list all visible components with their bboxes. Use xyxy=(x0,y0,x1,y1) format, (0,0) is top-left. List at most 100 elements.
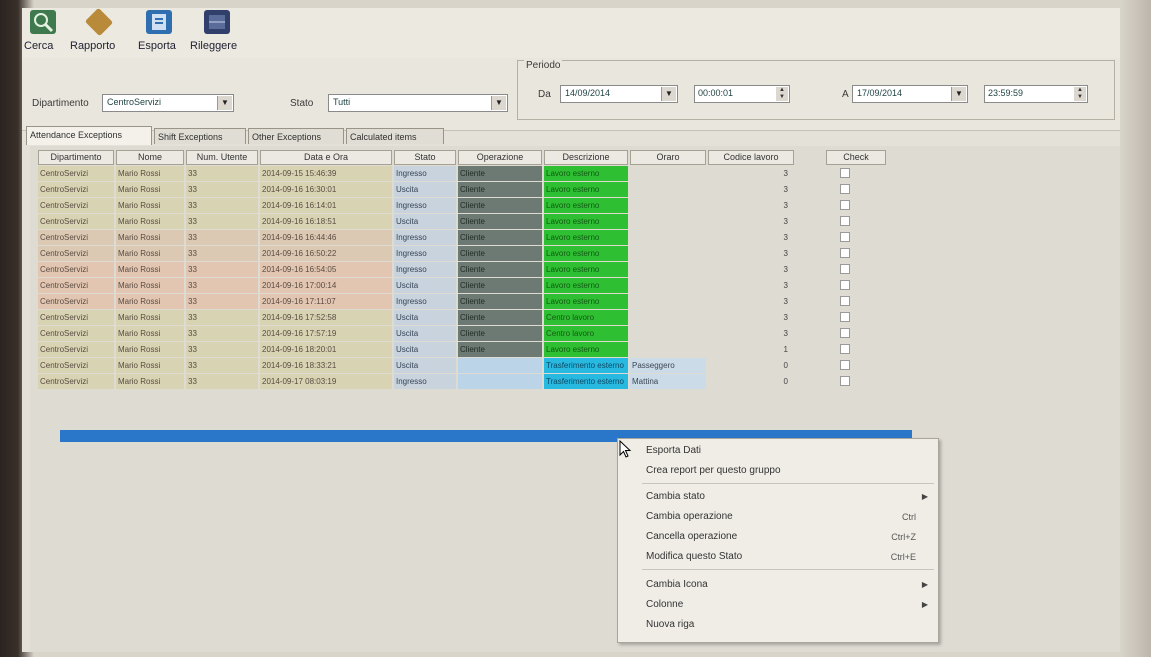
row-checkbox[interactable] xyxy=(840,376,850,386)
menu-item-change-operation[interactable]: Cambia operazione Ctrl xyxy=(646,509,936,525)
cell-department: CentroServizi xyxy=(38,310,114,325)
row-checkbox[interactable] xyxy=(840,280,850,290)
cell-department: CentroServizi xyxy=(38,182,114,197)
cell-datetime: 2014-09-16 17:11:07 xyxy=(260,294,392,309)
tab-attendance-exceptions[interactable]: Attendance Exceptions xyxy=(26,126,152,145)
row-checkbox[interactable] xyxy=(840,248,850,258)
table-row[interactable]: CentroServizi Mario Rossi 33 2014-09-16 16:… xyxy=(30,198,850,213)
mouse-cursor-icon xyxy=(619,440,632,458)
row-checkbox[interactable] xyxy=(840,168,850,178)
cell-operation: Cliente xyxy=(458,326,542,341)
column-header-department[interactable]: Dipartimento xyxy=(38,150,114,165)
cell-description: Centro lavoro xyxy=(544,326,628,341)
menu-item-export-data[interactable]: Esporta Dati xyxy=(646,443,701,459)
cell-user-number: 33 xyxy=(186,310,258,325)
table-row[interactable]: CentroServizi Mario Rossi 33 2014-09-16 16:… xyxy=(30,246,850,261)
cell-status: Uscita xyxy=(394,182,456,197)
row-checkbox[interactable] xyxy=(840,184,850,194)
cell-work-code: 3 xyxy=(783,313,788,322)
table-row[interactable]: CentroServizi Mario Rossi 33 2014-09-16 18:… xyxy=(30,358,850,373)
spinner-arrows-icon[interactable]: ▲ ▼ xyxy=(776,87,788,101)
search-button-label: Cerca xyxy=(24,40,54,52)
table-row[interactable]: CentroServizi Mario Rossi 33 2014-09-16 17:… xyxy=(30,278,850,293)
to-date-picker[interactable]: 17/09/2014 ▼ xyxy=(852,85,968,103)
row-checkbox[interactable] xyxy=(840,296,850,306)
cell-user-number: 33 xyxy=(186,374,258,389)
from-date-picker[interactable]: 14/09/2014 ▼ xyxy=(560,85,678,103)
column-header-schedule[interactable]: Oraro xyxy=(630,150,706,165)
period-group: Periodo Da 14/09/2014 ▼ 00:00:01 ▲ ▼ A 17… xyxy=(517,60,1115,120)
reread-button[interactable]: Rileggere xyxy=(190,10,254,56)
column-header-work-code[interactable]: Codice lavoro xyxy=(708,150,794,165)
row-checkbox[interactable] xyxy=(840,312,850,322)
spinner-arrows-icon[interactable]: ▲ ▼ xyxy=(1074,87,1086,101)
row-checkbox[interactable] xyxy=(840,200,850,210)
menu-item-change-icon[interactable]: Cambia Icona ▶ xyxy=(646,577,936,593)
cell-operation: Cliente xyxy=(458,182,542,197)
tab-shift-exceptions[interactable]: Shift Exceptions xyxy=(154,128,246,144)
cell-status: Ingresso xyxy=(394,166,456,181)
menu-item-delete-operation[interactable]: Cancella operazione Ctrl+Z xyxy=(646,529,936,545)
menu-item-columns[interactable]: Colonne ▶ xyxy=(646,597,936,613)
from-date-value: 14/09/2014 xyxy=(565,88,611,98)
status-select[interactable]: Tutti ▼ xyxy=(328,94,508,112)
row-checkbox[interactable] xyxy=(840,360,850,370)
tab-calculated-items[interactable]: Calculated items xyxy=(346,128,444,144)
table-row[interactable]: CentroServizi Mario Rossi 33 2014-09-16 17:… xyxy=(30,294,850,309)
from-time-spinner[interactable]: 00:00:01 ▲ ▼ xyxy=(694,85,790,103)
table-row[interactable]: CentroServizi Mario Rossi 33 2014-09-15 15:… xyxy=(30,166,850,181)
row-checkbox[interactable] xyxy=(840,232,850,242)
cell-user-number: 33 xyxy=(186,294,258,309)
calendar-dropdown-icon[interactable]: ▼ xyxy=(661,87,676,101)
row-checkbox[interactable] xyxy=(840,264,850,274)
cell-department: CentroServizi xyxy=(38,294,114,309)
chevron-down-icon[interactable]: ▼ xyxy=(491,96,506,110)
tab-other-exceptions[interactable]: Other Exceptions xyxy=(248,128,344,144)
cell-name: Mario Rossi xyxy=(116,294,184,309)
column-header-check[interactable]: Check xyxy=(826,150,886,165)
export-button[interactable]: Esporta xyxy=(138,10,186,56)
menu-item-new-row[interactable]: Nuova riga xyxy=(646,617,694,633)
cell-description: Lavoro esterno xyxy=(544,166,628,181)
search-button[interactable]: Cerca xyxy=(24,10,64,56)
menu-item-edit-status[interactable]: Modifica questo Stato Ctrl+E xyxy=(646,549,936,565)
table-row[interactable]: CentroServizi Mario Rossi 33 2014-09-16 17:… xyxy=(30,326,850,341)
report-button[interactable]: Rapporto xyxy=(70,8,132,56)
to-time-spinner[interactable]: 23:59:59 ▲ ▼ xyxy=(984,85,1088,103)
column-header-name[interactable]: Nome xyxy=(116,150,184,165)
cell-work-code: 3 xyxy=(783,217,788,226)
chevron-down-icon[interactable]: ▼ xyxy=(217,96,232,110)
cell-status: Ingresso xyxy=(394,246,456,261)
row-checkbox[interactable] xyxy=(840,344,850,354)
column-header-user-number[interactable]: Num. Utente xyxy=(186,150,258,165)
menu-separator xyxy=(642,569,934,570)
row-checkbox[interactable] xyxy=(840,328,850,338)
export-icon xyxy=(146,10,172,34)
table-row[interactable]: CentroServizi Mario Rossi 33 2014-09-17 08:… xyxy=(30,374,850,389)
cell-schedule xyxy=(630,230,706,245)
table-row[interactable]: CentroServizi Mario Rossi 33 2014-09-16 17:… xyxy=(30,310,850,325)
department-select[interactable]: CentroServizi ▼ xyxy=(102,94,234,112)
context-menu: Esporta Dati Crea report per questo grup… xyxy=(617,438,939,643)
cell-status: Uscita xyxy=(394,358,456,373)
table-row[interactable]: CentroServizi Mario Rossi 33 2014-09-16 16:… xyxy=(30,262,850,277)
cell-operation: Cliente xyxy=(458,214,542,229)
calendar-dropdown-icon[interactable]: ▼ xyxy=(951,87,966,101)
column-header-datetime[interactable]: Data e Ora xyxy=(260,150,392,165)
table-row[interactable]: CentroServizi Mario Rossi 33 2014-09-16 16:… xyxy=(30,214,850,229)
menu-item-change-status[interactable]: Cambia stato ▶ xyxy=(646,489,936,505)
cell-user-number: 33 xyxy=(186,166,258,181)
column-header-description[interactable]: Descrizione xyxy=(544,150,628,165)
cell-schedule xyxy=(630,182,706,197)
cell-name: Mario Rossi xyxy=(116,262,184,277)
row-checkbox[interactable] xyxy=(840,216,850,226)
table-row[interactable]: CentroServizi Mario Rossi 33 2014-09-16 18:… xyxy=(30,342,850,357)
column-header-operation[interactable]: Operazione xyxy=(458,150,542,165)
menu-item-create-group-report[interactable]: Crea report per questo gruppo xyxy=(646,463,781,479)
period-label: Periodo xyxy=(524,60,563,71)
table-row[interactable]: CentroServizi Mario Rossi 33 2014-09-16 16:… xyxy=(30,182,850,197)
cell-status: Ingresso xyxy=(394,230,456,245)
column-header-status[interactable]: Stato xyxy=(394,150,456,165)
cell-datetime: 2014-09-16 16:44:46 xyxy=(260,230,392,245)
table-row[interactable]: CentroServizi Mario Rossi 33 2014-09-16 16:… xyxy=(30,230,850,245)
